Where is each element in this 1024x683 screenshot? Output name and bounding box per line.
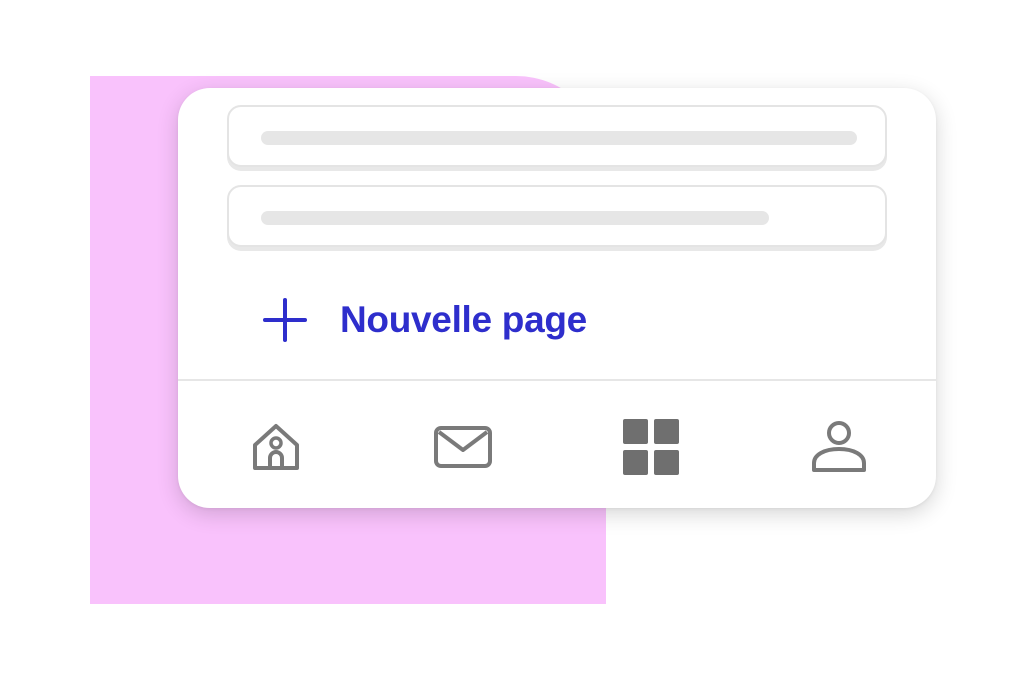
mail-icon <box>434 426 492 468</box>
nav-home[interactable] <box>244 415 308 479</box>
plus-icon <box>263 298 307 342</box>
stage: Nouvelle page <box>0 0 1024 683</box>
new-page-label: Nouvelle page <box>340 299 587 340</box>
new-page-button[interactable]: Nouvelle page <box>262 294 587 346</box>
nav-profile[interactable] <box>807 415 871 479</box>
nav-apps[interactable] <box>619 415 683 479</box>
text-placeholder <box>261 131 857 145</box>
home-icon <box>253 424 299 470</box>
text-placeholder <box>261 211 769 225</box>
nav-mail[interactable] <box>431 415 495 479</box>
user-icon <box>812 421 866 472</box>
grid-icon <box>623 419 679 475</box>
list-item[interactable] <box>227 105 887 167</box>
menu-card: Nouvelle page <box>178 88 936 508</box>
list-item[interactable] <box>227 185 887 247</box>
bottom-nav <box>178 381 936 508</box>
